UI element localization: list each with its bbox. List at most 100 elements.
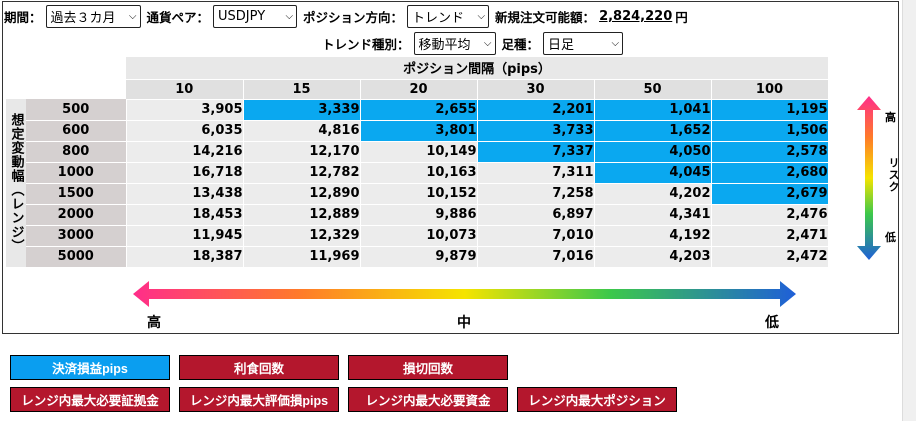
table-cell: 7,311 (476, 161, 595, 184)
chevron-down-icon: ⌵ (477, 10, 486, 22)
period-select-value: 過去３カ月 (50, 10, 116, 26)
risk-label: リスク (887, 157, 900, 193)
scale-low-label: 低 (765, 315, 779, 331)
table-row: 想定変動幅（レンジ） 500 3,905 3,339 2,655 2,201 1,041 1,… (6, 98, 829, 267)
table-cell: 10,163 (359, 161, 478, 184)
bar-type-select[interactable]: 日足 ⌵ (543, 31, 624, 55)
table-cell: 12,170 (242, 140, 361, 163)
table-cell: 4,816 (242, 119, 361, 142)
column-caption: ポジション間隔（pips） (126, 57, 828, 80)
available-amount-link[interactable]: 2,824,220 (599, 9, 672, 24)
available-amount-label: 新規注文可能額： (495, 9, 596, 25)
pair-select[interactable]: USDJPY ⌵ (213, 4, 298, 28)
stop-loss-count-button[interactable]: 損切回数 (348, 355, 508, 380)
table-cell: 13,438 (125, 182, 244, 205)
simulation-table: ポジション間隔（pips） 10 15 20 30 50 100 想定変動幅（レンジ） 50… (6, 57, 829, 268)
table-cell: 9,886 (359, 203, 478, 226)
table-cell: 7,258 (476, 182, 595, 205)
filter-row-2: トレンド種別： 移動平均 ⌵ 足種： 日足 ⌵ (322, 31, 629, 55)
trend-type-select[interactable]: 移動平均 ⌵ (413, 31, 496, 55)
table-cell: 4,050 (593, 140, 712, 163)
table-cell: 1,195 (710, 98, 829, 121)
table-cell: 9,879 (359, 245, 478, 268)
table-cell: 2,476 (710, 203, 829, 226)
row-header: 1000 (26, 162, 126, 184)
scale-high-label: 高 (147, 315, 161, 331)
take-profit-count-button[interactable]: 利食回数 (179, 355, 339, 380)
table-cell: 12,329 (242, 224, 361, 247)
horizontal-gradient-arrow (133, 281, 796, 307)
chevron-down-icon: ⌵ (128, 10, 137, 22)
max-position-button[interactable]: レンジ内最大ポジション (517, 387, 677, 412)
direction-select-value: トレンド (412, 10, 465, 26)
table-cell: 11,945 (125, 224, 244, 247)
table-cell: 2,578 (710, 140, 829, 163)
table-cell: 4,203 (593, 245, 712, 268)
corner-blank (6, 57, 126, 79)
table-cell: 2,680 (710, 161, 829, 184)
table-cell: 1,652 (593, 119, 712, 142)
table-cell: 16,718 (125, 161, 244, 184)
scale-middle-label: 中 (457, 315, 471, 331)
table-cell: 3,339 (242, 98, 361, 121)
row-header: 5000 (26, 246, 126, 268)
bar-type-label: 足種： (501, 36, 540, 52)
column-header: 15 (243, 79, 361, 99)
column-header: 10 (126, 79, 244, 99)
max-required-funds-button[interactable]: レンジ内最大必要資金 (348, 387, 508, 412)
table-cell: 3,905 (125, 98, 244, 121)
table-row: 3000 11,945 12,329 10,073 7,010 4,192 2,471 (6, 224, 829, 247)
table-cell: 3,733 (476, 119, 595, 142)
table-cell: 18,387 (125, 245, 244, 268)
column-header: 100 (711, 79, 829, 99)
table-cell: 14,216 (125, 140, 244, 163)
chevron-down-icon: ⌵ (483, 37, 492, 49)
period-select[interactable]: 過去３カ月 ⌵ (45, 4, 141, 28)
table-cell: 12,782 (242, 161, 361, 184)
column-header: 30 (477, 79, 595, 99)
table-cell: 2,679 (710, 182, 829, 205)
row-header: 1500 (26, 183, 126, 205)
table-cell: 4,202 (593, 182, 712, 205)
period-label: 期間： (4, 9, 42, 25)
row-header: 600 (26, 120, 126, 142)
table-cell: 10,073 (359, 224, 478, 247)
table-cell: 7,337 (476, 140, 595, 163)
direction-label: ポジション方向： (303, 9, 404, 25)
trend-type-select-value: 移動平均 (418, 37, 471, 53)
row-header: 2000 (26, 204, 126, 226)
table-cell: 4,192 (593, 224, 712, 247)
risk-gradient-arrow (857, 96, 881, 260)
direction-select[interactable]: トレンド ⌵ (407, 4, 490, 28)
table-cell: 4,341 (593, 203, 712, 226)
max-unrealized-loss-button[interactable]: レンジ内最大評価損pips (179, 387, 339, 412)
available-amount-unit: 円 (675, 9, 688, 25)
table-cell: 1,041 (593, 98, 712, 121)
risk-low-label: 低 (885, 231, 896, 244)
column-header: 20 (360, 79, 478, 99)
table-cell: 1,506 (710, 119, 829, 142)
table-cell: 2,655 (359, 98, 478, 121)
trend-type-label: トレンド種別： (322, 36, 410, 52)
table-cell: 12,889 (242, 203, 361, 226)
table-row: 600 6,035 4,816 3,801 3,733 1,652 1,506 (6, 119, 829, 142)
table-cell: 10,149 (359, 140, 478, 163)
bar-type-select-value: 日足 (548, 37, 575, 53)
table-row: 5000 18,387 11,969 9,879 7,016 4,203 2,472 (6, 245, 829, 268)
pair-label: 通貨ペア： (146, 9, 210, 25)
table-cell: 4,045 (593, 161, 712, 184)
row-header: 800 (26, 141, 126, 163)
table-cell: 6,897 (476, 203, 595, 226)
settlement-pips-button[interactable]: 決済損益pips (10, 355, 170, 380)
table-row: 1500 13,438 12,890 10,152 7,258 4,202 2,679 (6, 182, 829, 205)
table-cell: 3,801 (359, 119, 478, 142)
vertical-scrollbar[interactable] (902, 0, 916, 421)
table-cell: 7,010 (476, 224, 595, 247)
max-required-margin-button[interactable]: レンジ内最大必要証拠金 (10, 387, 170, 412)
table-cell: 7,016 (476, 245, 595, 268)
risk-high-label: 高 (885, 111, 896, 124)
table-row: 1000 16,718 12,782 10,163 7,311 4,045 2,680 (6, 161, 829, 184)
column-header: 50 (594, 79, 712, 99)
table-cell: 11,969 (242, 245, 361, 268)
row-axis-label: 想定変動幅（レンジ） (6, 99, 26, 267)
